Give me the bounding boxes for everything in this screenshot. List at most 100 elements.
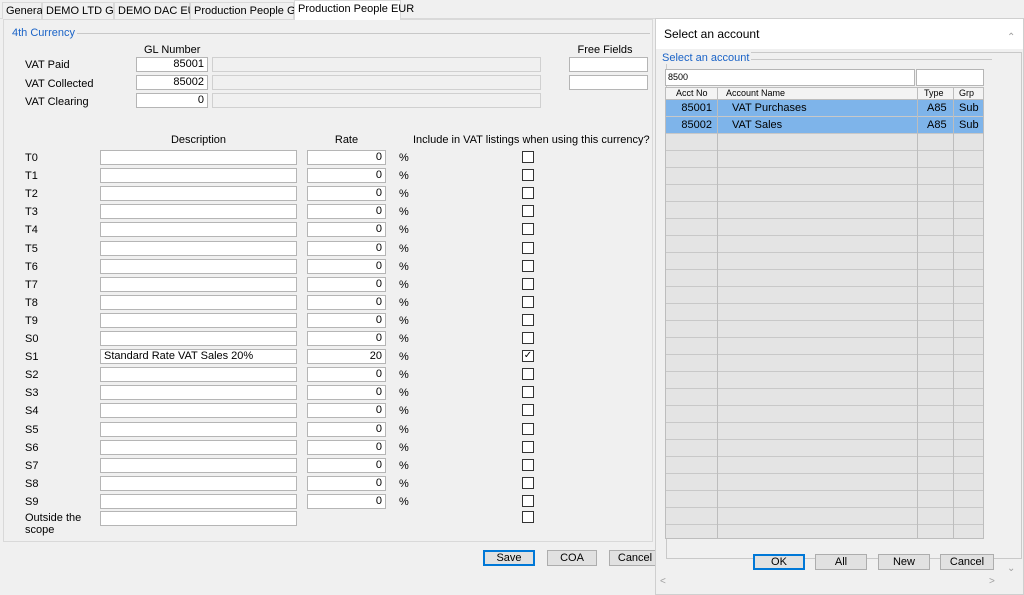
include-checkbox-t3[interactable]: [522, 205, 534, 218]
scroll-left-arrow-icon[interactable]: <: [660, 576, 666, 587]
dialog-vertical-scrollbar[interactable]: ⌃ ⌄: [1003, 30, 1020, 576]
description-input-s7[interactable]: [100, 457, 297, 473]
column-header-acct-no[interactable]: Acct No: [676, 88, 708, 99]
dialog-cancel-button[interactable]: Cancel: [940, 554, 994, 570]
account-grid-row[interactable]: [666, 508, 983, 525]
rate-input-t8[interactable]: 0: [307, 294, 386, 310]
description-input-t7[interactable]: [100, 276, 297, 292]
include-checkbox-t5[interactable]: [522, 241, 534, 254]
description-input-t0[interactable]: [100, 150, 297, 165]
account-grid-row[interactable]: [666, 457, 983, 474]
account-search-input[interactable]: 8500: [665, 69, 915, 86]
rate-input-t2[interactable]: 0: [307, 186, 386, 202]
account-grid-row[interactable]: 85001 VAT Purchases A85 Sub: [666, 100, 983, 117]
column-header-grp[interactable]: Grp: [959, 88, 974, 99]
description-input-s2[interactable]: [100, 367, 297, 383]
rate-input-t0[interactable]: 0: [307, 150, 386, 165]
include-checkbox-s2[interactable]: [522, 368, 534, 381]
description-input-s4[interactable]: [100, 403, 297, 419]
account-grid-row[interactable]: [666, 168, 983, 185]
include-checkbox-s0[interactable]: [522, 332, 534, 344]
account-grid-row[interactable]: [666, 270, 983, 287]
vat-paid-gl-input[interactable]: 85001: [136, 57, 208, 72]
description-input-s8[interactable]: [100, 475, 297, 491]
account-grid-row[interactable]: [666, 287, 983, 304]
new-button[interactable]: New: [878, 554, 930, 570]
account-grid-row[interactable]: [666, 355, 983, 372]
account-grid-row[interactable]: [666, 151, 983, 168]
include-checkbox-t9[interactable]: [522, 313, 534, 326]
include-checkbox-t6[interactable]: [522, 259, 534, 272]
account-grid-row[interactable]: [666, 134, 983, 151]
account-grid-row[interactable]: [666, 253, 983, 270]
rate-input-t4[interactable]: 0: [307, 222, 386, 238]
rate-input-s2[interactable]: 0: [307, 367, 386, 383]
account-grid-row[interactable]: [666, 372, 983, 389]
rate-input-s4[interactable]: 0: [307, 403, 386, 419]
include-checkbox-s1[interactable]: ✓: [522, 350, 534, 363]
description-input-t9[interactable]: [100, 312, 297, 328]
tab-demo-dac-eur[interactable]: DEMO DAC EUR: [114, 2, 204, 19]
rate-input-s3[interactable]: 0: [307, 385, 386, 401]
account-grid-row[interactable]: [666, 406, 983, 423]
account-grid-row[interactable]: [666, 474, 983, 491]
account-grid-row[interactable]: [666, 338, 983, 355]
rate-input-s7[interactable]: 0: [307, 457, 386, 473]
include-checkbox-t2[interactable]: [522, 187, 534, 200]
description-input-t4[interactable]: [100, 222, 297, 238]
rate-input-t5[interactable]: 0: [307, 240, 386, 256]
save-button[interactable]: Save: [483, 550, 535, 566]
account-grid-row[interactable]: [666, 202, 983, 219]
account-grid-row[interactable]: [666, 304, 983, 321]
rate-input-s8[interactable]: 0: [307, 475, 386, 491]
vat-collected-gl-input[interactable]: 85002: [136, 75, 208, 90]
account-search-extra-field[interactable]: [916, 69, 984, 86]
description-input-t6[interactable]: [100, 258, 297, 274]
account-grid-row[interactable]: [666, 236, 983, 253]
tab-production-people-gbp[interactable]: Production People GBP: [190, 2, 310, 19]
description-input-s9[interactable]: [100, 493, 297, 509]
include-checkbox-t8[interactable]: [522, 295, 534, 308]
description-input-t5[interactable]: [100, 240, 297, 256]
account-grid-row[interactable]: [666, 219, 983, 236]
account-grid-row[interactable]: [666, 491, 983, 508]
rate-input-s5[interactable]: 0: [307, 421, 386, 437]
free-field-2-input[interactable]: [569, 75, 648, 90]
include-checkbox-s7[interactable]: [522, 458, 534, 471]
coa-button[interactable]: COA: [547, 550, 597, 566]
account-grid-row[interactable]: [666, 389, 983, 406]
vat-clearing-gl-input[interactable]: 0: [136, 93, 208, 108]
rate-input-t9[interactable]: 0: [307, 312, 386, 328]
scroll-down-arrow-icon[interactable]: ⌄: [1007, 563, 1015, 574]
rate-input-s1[interactable]: 20: [307, 349, 386, 365]
scroll-up-arrow-icon[interactable]: ⌃: [1007, 32, 1015, 43]
description-input-s0[interactable]: [100, 331, 297, 346]
rate-input-t7[interactable]: 0: [307, 276, 386, 292]
description-input-s1[interactable]: Standard Rate VAT Sales 20%: [100, 349, 297, 365]
description-input-t1[interactable]: [100, 168, 297, 184]
all-button[interactable]: All: [815, 554, 867, 570]
include-checkbox-t4[interactable]: [522, 223, 534, 236]
include-checkbox-s8[interactable]: [522, 476, 534, 489]
rate-input-t6[interactable]: 0: [307, 258, 386, 274]
outside-scope-description-input[interactable]: [100, 511, 297, 526]
rate-input-t1[interactable]: 0: [307, 168, 386, 184]
rate-input-s6[interactable]: 0: [307, 439, 386, 455]
account-grid-row[interactable]: [666, 440, 983, 457]
outside-scope-checkbox[interactable]: [522, 511, 534, 523]
description-input-s6[interactable]: [100, 439, 297, 455]
description-input-t3[interactable]: [100, 204, 297, 220]
description-input-t8[interactable]: [100, 294, 297, 310]
description-input-t2[interactable]: [100, 186, 297, 202]
include-checkbox-s3[interactable]: [522, 386, 534, 399]
account-grid-row[interactable]: 85002 VAT Sales A85 Sub: [666, 117, 983, 134]
description-input-s3[interactable]: [100, 385, 297, 401]
cancel-button[interactable]: Cancel: [609, 550, 661, 566]
tab-general[interactable]: General: [2, 2, 45, 19]
rate-input-t3[interactable]: 0: [307, 204, 386, 220]
account-grid-row[interactable]: [666, 423, 983, 440]
free-field-1-input[interactable]: [569, 57, 648, 72]
account-grid-row[interactable]: [666, 525, 983, 538]
rate-input-s9[interactable]: 0: [307, 493, 386, 509]
column-header-type[interactable]: Type: [924, 88, 944, 99]
